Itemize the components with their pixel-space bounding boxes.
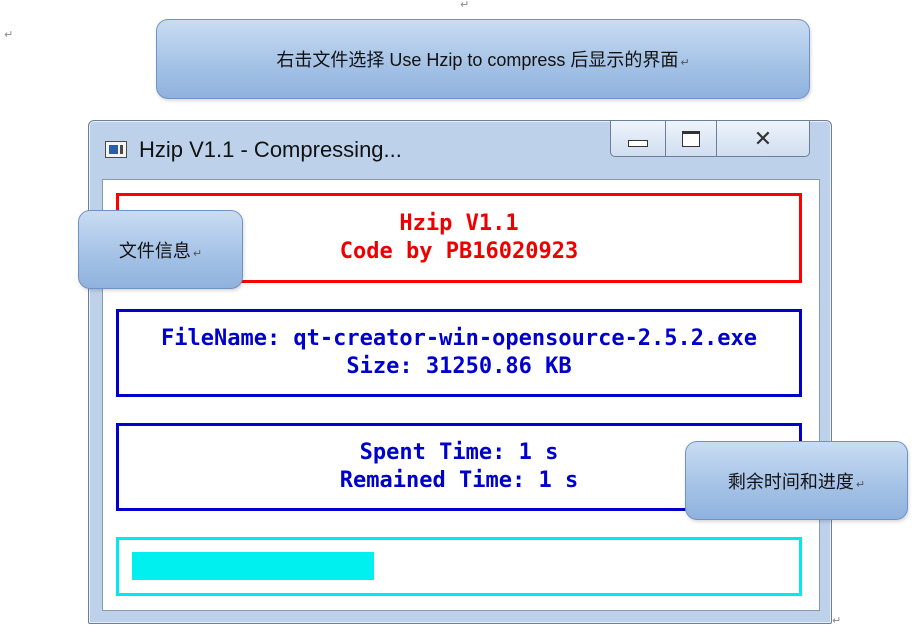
app-icon <box>105 141 127 158</box>
paragraph-mark: ↵ <box>192 247 203 260</box>
paragraph-mark: ↵ <box>460 0 470 11</box>
callout-file-info: 文件信息 ↵ <box>78 210 243 289</box>
paragraph-mark: ↵ <box>4 29 14 41</box>
maximize-button[interactable] <box>665 121 717 157</box>
file-size-text: Size: 31250.86 KB <box>346 354 572 379</box>
progress-panel <box>116 537 802 596</box>
paragraph-mark: ↵ <box>832 615 842 627</box>
file-info-panel: FileName: qt-creator-win-opensource-2.5.… <box>116 309 802 397</box>
spent-time-text: Spent Time: 1 s <box>359 440 559 465</box>
paragraph-mark: ↵ <box>680 57 690 69</box>
header-title: Hzip V1.1 <box>399 211 519 236</box>
callout-top: 右击文件选择 Use Hzip to compress 后显示的界面 ↵ <box>156 19 810 99</box>
file-name-text: FileName: qt-creator-win-opensource-2.5.… <box>160 326 758 351</box>
close-button[interactable]: ✕ <box>716 121 810 157</box>
hzip-window: Hzip V1.1 - Compressing... ✕ Hzip V1.1 C… <box>88 120 832 624</box>
title-bar[interactable]: Hzip V1.1 - Compressing... ✕ <box>89 121 831 177</box>
minimize-button[interactable] <box>610 121 666 157</box>
callout-time-progress-text: 剩余时间和进度 <box>727 471 854 492</box>
window-title: Hzip V1.1 - Compressing... <box>139 137 402 162</box>
maximize-icon <box>682 130 700 147</box>
callout-time-progress: 剩余时间和进度 ↵ <box>685 441 908 520</box>
close-icon: ✕ <box>753 125 773 151</box>
minimize-icon <box>628 140 648 147</box>
header-author: Code by PB16020923 <box>339 239 579 264</box>
remained-time-text: Remained Time: 1 s <box>339 468 579 493</box>
paragraph-mark: ↵ <box>855 478 866 491</box>
callout-top-text: 右击文件选择 Use Hzip to compress 后显示的界面 <box>276 50 679 70</box>
callout-file-info-text: 文件信息 <box>118 240 191 261</box>
progress-bar-fill <box>132 552 374 580</box>
